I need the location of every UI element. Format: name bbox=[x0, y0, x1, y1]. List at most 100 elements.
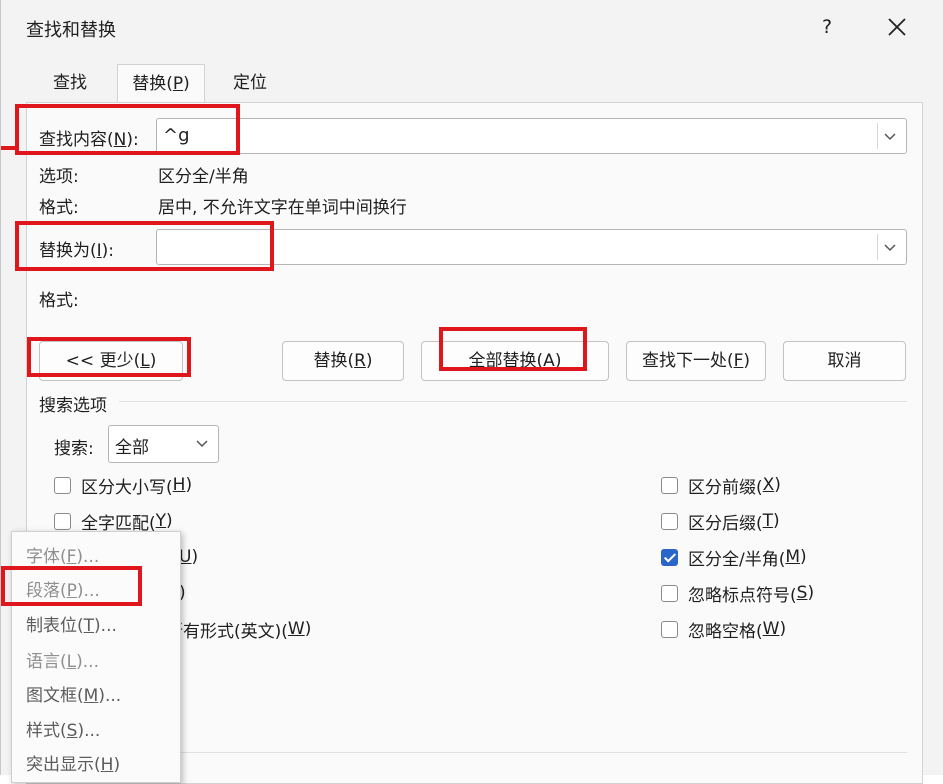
ignore-whitespace-end: ) bbox=[779, 619, 787, 639]
annotation-box-paragraph bbox=[1, 566, 142, 606]
ignore-punctuation-label: 忽略标点符号( bbox=[688, 585, 797, 606]
find-next-button[interactable]: 查找下一处(F) bbox=[626, 341, 766, 381]
find-options-label: 选项: bbox=[39, 167, 79, 187]
search-direction-select[interactable]: 全部 bbox=[108, 425, 219, 463]
match-width-key: M bbox=[785, 547, 801, 567]
menu-item-font-end: )... bbox=[76, 547, 100, 567]
find-next-button-end: ) bbox=[743, 351, 751, 371]
menu-item-tabs-key: T bbox=[83, 616, 95, 636]
find-what-input[interactable]: ^g bbox=[156, 118, 907, 154]
find-replace-dialog: 查找和替换 ? 查找(D) 替换(P) 定位(G) 查找内容(N): ^g 选项… bbox=[0, 0, 943, 784]
menu-item-tabs-end: )... bbox=[94, 616, 117, 636]
match-suffix-label: 区分后缀( bbox=[688, 513, 763, 534]
ignore-whitespace-label: 忽略空格( bbox=[688, 621, 763, 642]
ignore-whitespace-checkbox[interactable] bbox=[661, 620, 678, 638]
match-case-checkbox[interactable] bbox=[54, 476, 71, 494]
search-direction-label: 搜索: bbox=[54, 439, 94, 459]
all-word-forms-label: 所有形式(英文)( bbox=[166, 621, 288, 642]
match-width-label: 区分全/半角( bbox=[688, 549, 786, 570]
match-case-option[interactable]: 区分大小写(H) bbox=[54, 471, 192, 499]
menu-item-highlight-end: ) bbox=[113, 755, 121, 775]
ignore-punctuation-option[interactable]: 忽略标点符号(S) bbox=[661, 579, 814, 607]
replace-with-dropdown[interactable] bbox=[877, 234, 902, 260]
whole-word-label: 全字匹配( bbox=[81, 513, 156, 534]
replace-button-end: ) bbox=[365, 351, 373, 371]
tab-find[interactable]: 查找(D) bbox=[30, 64, 110, 131]
match-suffix-option[interactable]: 区分后缀(T) bbox=[661, 507, 780, 535]
replace-button-text: 替换( bbox=[313, 351, 355, 371]
annotation-box-replace bbox=[15, 221, 274, 271]
tab-replace-key: P bbox=[172, 74, 184, 94]
menu-item-style-label: 样式( bbox=[26, 721, 67, 741]
find-next-button-key: F bbox=[733, 351, 744, 371]
chevron-down-icon bbox=[884, 244, 896, 252]
all-word-forms-end: ) bbox=[304, 619, 312, 639]
menu-item-frame-label: 图文框( bbox=[26, 686, 84, 706]
help-button[interactable]: ? bbox=[809, 10, 845, 44]
search-direction-dropdown[interactable] bbox=[190, 430, 214, 456]
menu-item-style-end: )... bbox=[77, 721, 101, 741]
find-next-button-text: 查找下一处( bbox=[641, 351, 734, 371]
match-prefix-checkbox[interactable] bbox=[661, 476, 678, 494]
dialog-title: 查找和替换 bbox=[26, 20, 116, 41]
replace-button[interactable]: 替换(R) bbox=[282, 341, 404, 381]
match-prefix-option[interactable]: 区分前缀(X) bbox=[661, 471, 781, 499]
find-format-value: 居中, 不允许文字在单词中间换行 bbox=[158, 198, 407, 218]
menu-item-highlight-key: H bbox=[100, 755, 114, 775]
ignore-punctuation-key: S bbox=[796, 583, 808, 603]
find-format-label: 格式: bbox=[39, 198, 79, 218]
tab-replace-label: 替换( bbox=[132, 74, 173, 94]
chevron-down-icon bbox=[196, 440, 208, 448]
find-what-dropdown[interactable] bbox=[877, 123, 902, 149]
close-icon bbox=[888, 18, 906, 36]
match-case-end: ) bbox=[185, 475, 193, 495]
menu-item-highlight[interactable]: 突出显示(H) bbox=[26, 750, 120, 775]
match-suffix-end: ) bbox=[773, 511, 780, 531]
menu-item-language-label: 语言( bbox=[26, 652, 67, 672]
match-case-label: 区分大小写( bbox=[81, 477, 173, 498]
find-options-value: 区分全/半角 bbox=[158, 167, 249, 187]
ignore-punctuation-end: ) bbox=[807, 583, 815, 603]
menu-item-font-key: F bbox=[66, 547, 77, 567]
whole-word-end: ) bbox=[166, 511, 173, 531]
ignore-whitespace-key: W bbox=[762, 619, 780, 639]
match-prefix-label: 区分前缀( bbox=[688, 477, 763, 498]
tab-replace-end: ) bbox=[183, 74, 190, 94]
search-direction-value: 全部 bbox=[115, 438, 149, 458]
menu-item-frame[interactable]: 图文框(M)... bbox=[26, 681, 121, 706]
replace-format-label: 格式: bbox=[39, 291, 79, 311]
replace-button-key: R bbox=[354, 351, 366, 371]
menu-item-tabs[interactable]: 制表位(T)... bbox=[26, 611, 117, 636]
tab-replace[interactable]: 替换(P) bbox=[117, 64, 205, 104]
menu-item-frame-end: )... bbox=[98, 686, 122, 706]
all-word-forms-option-partial[interactable]: 所有形式(英文)(W) bbox=[166, 615, 311, 643]
menu-item-font[interactable]: 字体(F)... bbox=[26, 542, 99, 567]
close-button[interactable] bbox=[877, 8, 917, 46]
annotation-box-replace-all bbox=[439, 327, 587, 371]
match-suffix-key: T bbox=[762, 511, 774, 531]
bottom-divider bbox=[177, 752, 907, 753]
match-width-option[interactable]: 区分全/半角(M) bbox=[661, 543, 807, 571]
match-prefix-key: X bbox=[762, 475, 775, 495]
all-word-forms-key: W bbox=[287, 619, 305, 639]
whole-word-key: Y bbox=[155, 511, 167, 531]
cancel-button[interactable]: 取消 bbox=[783, 341, 906, 381]
ignore-whitespace-option[interactable]: 忽略空格(W) bbox=[661, 615, 786, 643]
menu-item-language[interactable]: 语言(L)... bbox=[26, 647, 99, 672]
annotation-box-less bbox=[27, 337, 191, 377]
annotation-mark bbox=[1, 146, 15, 150]
menu-item-highlight-label: 突出显示( bbox=[26, 755, 101, 775]
menu-item-frame-key: M bbox=[83, 686, 99, 706]
search-options-divider bbox=[119, 401, 907, 402]
chevron-down-icon bbox=[884, 133, 896, 141]
menu-item-tabs-label: 制表位( bbox=[26, 616, 84, 636]
tab-goto[interactable]: 定位(G) bbox=[210, 64, 290, 131]
match-width-end: ) bbox=[800, 547, 807, 567]
whole-word-checkbox[interactable] bbox=[54, 512, 71, 530]
match-case-key: H bbox=[172, 475, 186, 495]
wildcards-option-partial[interactable]: U) bbox=[179, 543, 198, 571]
match-width-checkbox[interactable] bbox=[661, 548, 678, 566]
match-suffix-checkbox[interactable] bbox=[661, 512, 678, 530]
ignore-punctuation-checkbox[interactable] bbox=[661, 584, 678, 602]
menu-item-style[interactable]: 样式(S)... bbox=[26, 716, 100, 741]
